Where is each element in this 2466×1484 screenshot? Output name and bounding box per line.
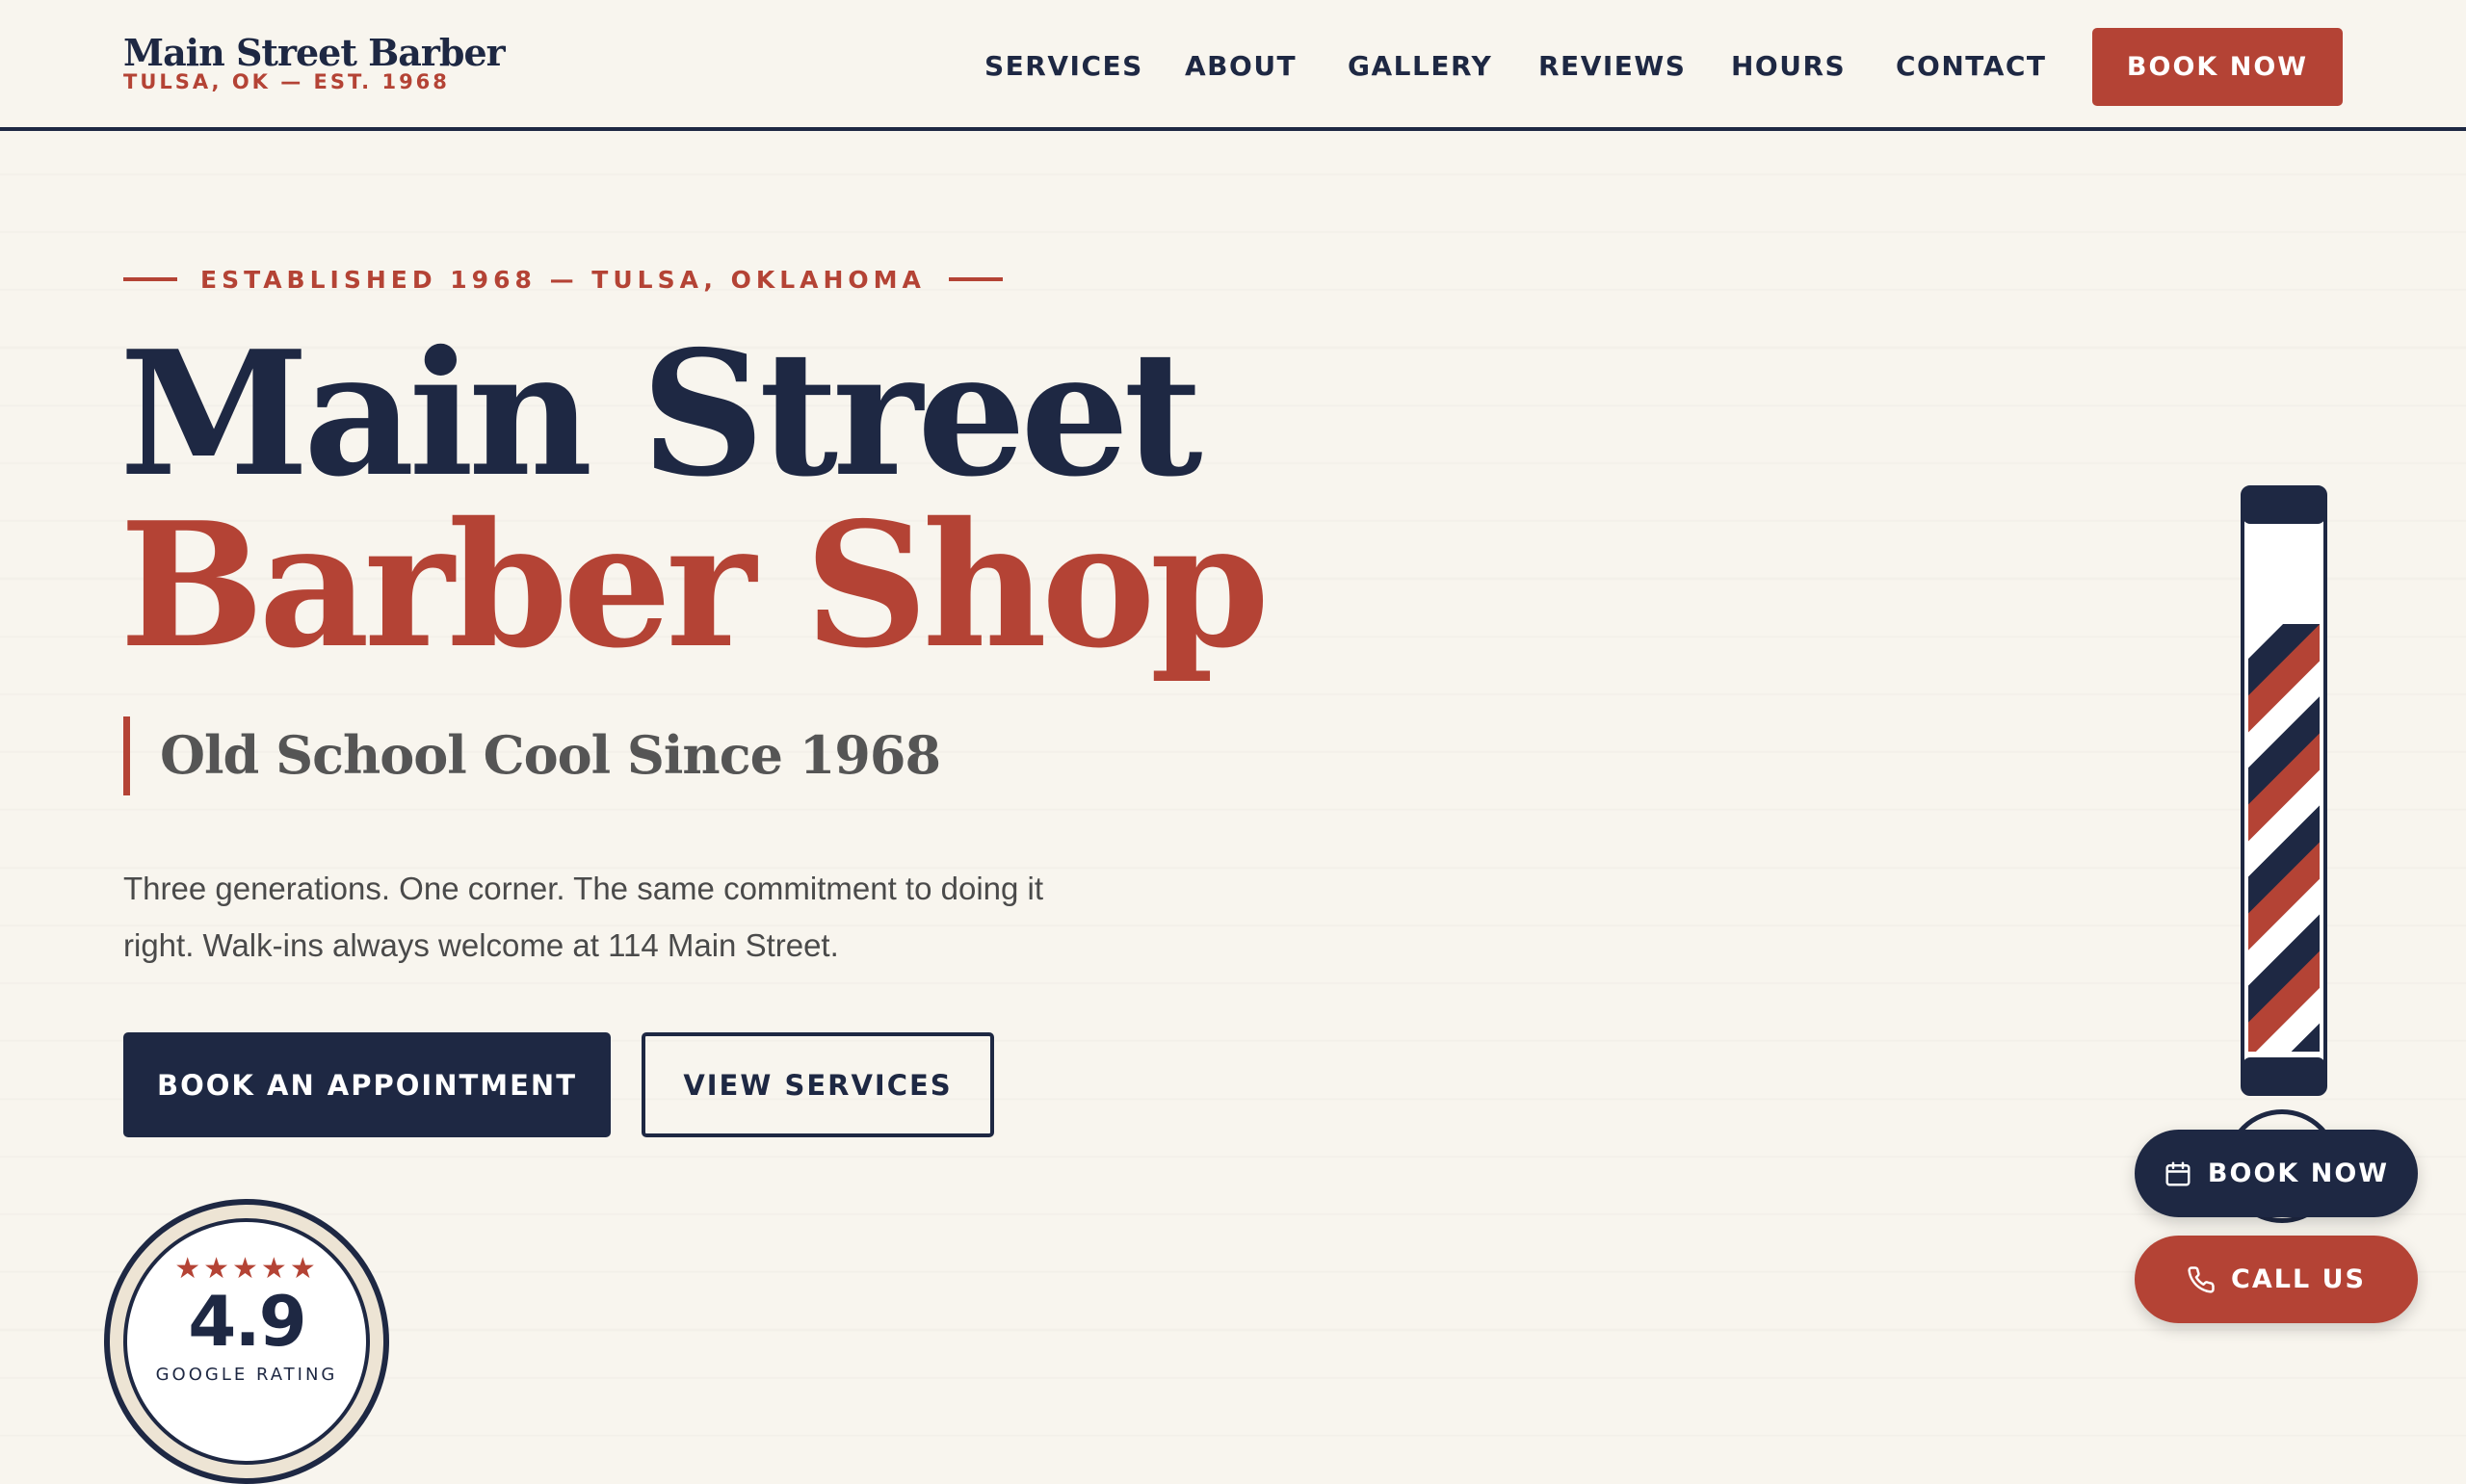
barber-pole-icon (2241, 485, 2327, 1096)
hero-title-line1: Main Street (119, 313, 1203, 514)
floating-call-us-label: CALL US (2231, 1264, 2366, 1294)
nav-about[interactable]: ABOUT (1185, 50, 1297, 82)
nav-contact[interactable]: CONTACT (1896, 50, 2047, 82)
nav-hours[interactable]: HOURS (1731, 50, 1846, 82)
floating-call-us-button[interactable]: CALL US (2135, 1236, 2418, 1323)
header-book-now-button[interactable]: BOOK NOW (2092, 28, 2343, 106)
brand-subtitle: TULSA, OK — EST. 1968 (123, 70, 450, 93)
tagline-accent-bar (123, 716, 130, 795)
rating-label: GOOGLE RATING (155, 1365, 338, 1385)
hero-description-line-1: Three generations. One corner. The same … (123, 871, 1044, 906)
eyebrow-rule-left (123, 277, 177, 281)
floating-book-now-label: BOOK NOW (2207, 1159, 2390, 1188)
hero-tagline: Old School Cool Since 1968 (160, 724, 941, 786)
phone-icon (2188, 1265, 2215, 1293)
hero-eyebrow: ESTABLISHED 1968 — TULSA, OKLAHOMA (123, 262, 1003, 297)
floating-book-now-button[interactable]: BOOK NOW (2135, 1130, 2418, 1217)
eyebrow-text: ESTABLISHED 1968 — TULSA, OKLAHOMA (200, 265, 926, 294)
rating-score: 4.9 (188, 1281, 307, 1362)
nav-reviews[interactable]: REVIEWS (1538, 50, 1686, 82)
hero-title-line2: Barber Shop (119, 484, 1270, 686)
site-header: Main Street Barber TULSA, OK — EST. 1968… (0, 0, 2466, 131)
book-appointment-button[interactable]: BOOK AN APPOINTMENT (123, 1032, 611, 1137)
view-services-button[interactable]: VIEW SERVICES (642, 1032, 994, 1137)
brand-name[interactable]: Main Street Barber (123, 31, 506, 74)
eyebrow-rule-right (948, 277, 1003, 281)
nav-gallery[interactable]: GALLERY (1348, 50, 1492, 82)
nav-services[interactable]: SERVICES (984, 50, 1143, 82)
hero-description-line-2: right. Walk-ins always welcome at 114 Ma… (123, 927, 839, 963)
hero-description: Three generations. One corner. The same … (123, 860, 1106, 974)
calendar-icon (2165, 1161, 2191, 1185)
